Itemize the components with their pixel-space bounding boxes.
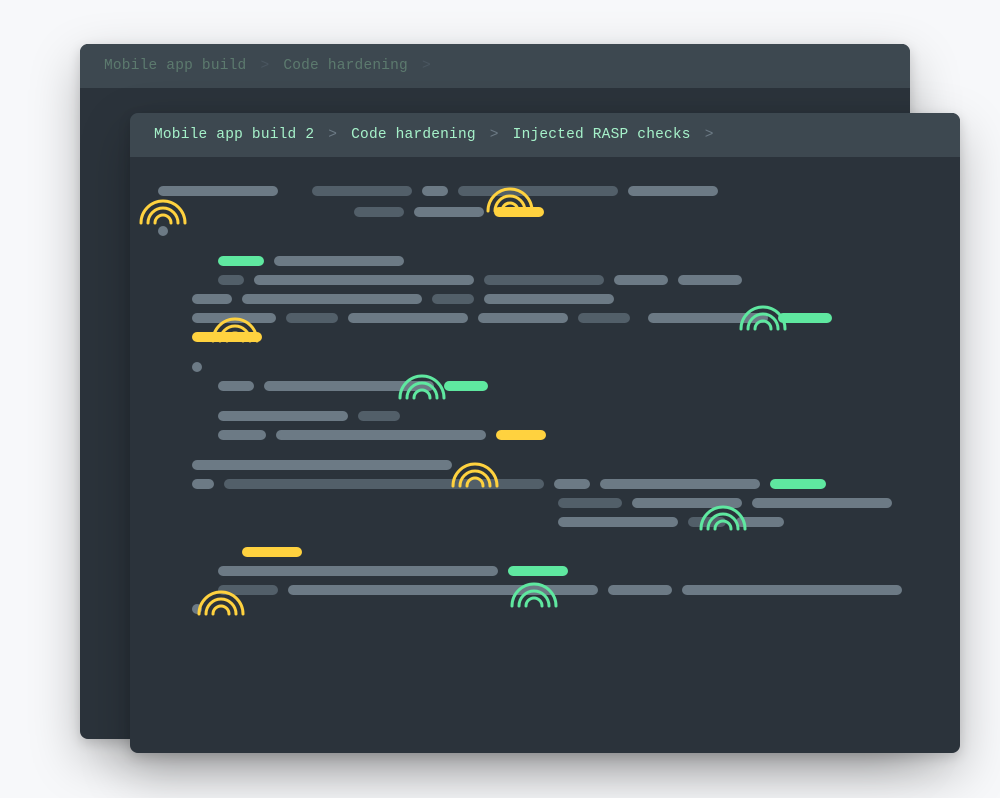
code-line [158, 602, 932, 616]
breadcrumb-segment: Mobile app build [104, 58, 246, 74]
code-line [158, 360, 932, 374]
code-line [158, 379, 932, 393]
code-line [158, 205, 932, 219]
code-line [158, 224, 932, 238]
code-line [158, 515, 932, 529]
code-line [158, 409, 932, 423]
code-line [158, 564, 932, 578]
code-line [158, 458, 932, 472]
code-line [158, 477, 932, 491]
chevron-right-icon: > [705, 127, 714, 143]
code-line [158, 273, 932, 287]
code-body [130, 157, 960, 641]
code-line [158, 545, 932, 559]
code-line [158, 292, 932, 306]
breadcrumb-segment: Code hardening [283, 58, 408, 74]
code-window-front: Mobile app build 2 > Code hardening > In… [130, 113, 960, 753]
chevron-right-icon: > [490, 127, 499, 143]
code-line [158, 311, 932, 325]
code-line [158, 330, 932, 344]
code-line [158, 254, 932, 268]
breadcrumb-segment: Mobile app build 2 [154, 127, 314, 143]
code-line [158, 583, 932, 597]
breadcrumb-segment: Code hardening [351, 127, 476, 143]
code-line [158, 428, 932, 442]
code-line [158, 496, 932, 510]
chevron-right-icon: > [260, 58, 269, 74]
breadcrumb-segment: Injected RASP checks [513, 127, 691, 143]
titlebar: Mobile app build 2 > Code hardening > In… [130, 113, 960, 157]
chevron-right-icon: > [328, 127, 337, 143]
code-line [158, 182, 932, 200]
titlebar: Mobile app build > Code hardening > [80, 44, 910, 88]
chevron-right-icon: > [422, 58, 431, 74]
